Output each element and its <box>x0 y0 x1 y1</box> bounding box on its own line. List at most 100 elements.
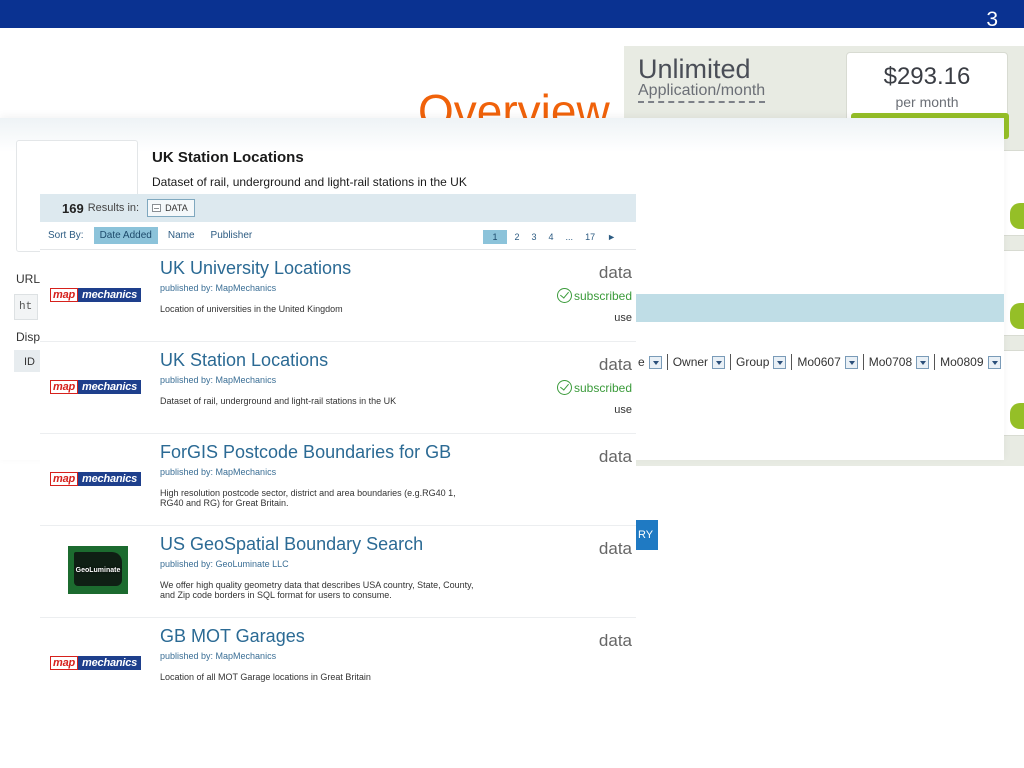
logo-part-mechanics: mechanics <box>78 656 142 670</box>
search-results-panel: 169 Results in: DATA Sort By: Date Added… <box>40 194 636 704</box>
query-button[interactable]: RY <box>636 520 658 550</box>
use-link[interactable]: use <box>614 404 632 416</box>
results-in-label: Results in: <box>87 202 140 214</box>
result-publisher[interactable]: published by: MapMechanics <box>160 467 276 477</box>
result-item[interactable]: map mechanics GB MOT Garages published by… <box>40 618 636 710</box>
page-ellipsis: ... <box>565 232 574 242</box>
page-link-17[interactable]: 17 <box>579 230 601 244</box>
results-header: 169 Results in: DATA <box>40 194 636 222</box>
page-top-band <box>0 118 1004 152</box>
column-header[interactable]: e <box>636 354 667 370</box>
result-type: data <box>598 355 632 374</box>
next-page-icon[interactable]: ► <box>601 230 622 244</box>
page-link-2[interactable]: 2 <box>509 230 526 244</box>
result-item[interactable]: map mechanics UK University Locations pub… <box>40 250 636 342</box>
filter-chip-data[interactable]: DATA <box>147 199 195 217</box>
result-title[interactable]: US GeoSpatial Boundary Search <box>160 534 423 555</box>
plan-name: Unlimited <box>638 54 751 84</box>
column-headers: e Owner Group Mo0607 Mo0708 Mo0809 <box>636 350 1004 374</box>
result-item[interactable]: map mechanics ForGIS Postcode Boundaries … <box>40 434 636 526</box>
dropdown-arrow-icon[interactable] <box>712 355 726 369</box>
pagination: 1 2 3 4 ... 17 ► <box>483 230 622 244</box>
url-band <box>636 294 1004 322</box>
result-publisher[interactable]: published by: MapMechanics <box>160 651 276 661</box>
result-title[interactable]: GB MOT Garages <box>160 626 305 647</box>
mapmechanics-logo: map mechanics <box>50 472 142 486</box>
logo-part-mechanics: mechanics <box>78 472 142 486</box>
plan-subtitle: Application/month <box>638 82 766 103</box>
result-publisher[interactable]: published by: MapMechanics <box>160 283 276 293</box>
logo-part-map: map <box>50 472 79 486</box>
result-item[interactable]: GeoLuminate US GeoSpatial Boundary Searc… <box>40 526 636 618</box>
dataset-description: Dataset of rail, underground and light-r… <box>152 175 467 189</box>
column-label: Owner <box>672 355 709 369</box>
url-label: URL <box>16 272 41 286</box>
dropdown-arrow-icon[interactable] <box>773 355 787 369</box>
buy-button-2[interactable] <box>1010 203 1024 229</box>
column-header-mo0607[interactable]: Mo0607 <box>791 354 862 370</box>
result-type: data <box>598 631 632 650</box>
dropdown-arrow-icon[interactable] <box>916 355 930 369</box>
dropdown-arrow-icon[interactable] <box>844 355 858 369</box>
column-label: Group <box>736 355 770 369</box>
result-publisher[interactable]: published by: MapMechanics <box>160 375 276 385</box>
subscribed-status: subscribed <box>556 380 632 395</box>
sort-option-name[interactable]: Name <box>162 227 201 244</box>
result-type: data <box>598 539 632 558</box>
result-publisher[interactable]: published by: GeoLuminate LLC <box>160 559 289 569</box>
subscribed-status: subscribed <box>556 288 632 303</box>
logo-part-mechanics: mechanics <box>78 288 142 302</box>
result-description: We offer high quality geometry data that… <box>160 580 474 600</box>
results-count: 169 <box>62 200 84 216</box>
geoluminate-logo: GeoLuminate <box>68 546 128 594</box>
logo-part-map: map <box>50 288 79 302</box>
slide-top-bar: 3 <box>0 0 1024 31</box>
result-type: data <box>598 447 632 466</box>
result-title[interactable]: UK University Locations <box>160 258 351 279</box>
slide-number: 3 <box>986 8 998 31</box>
sort-option-date-added[interactable]: Date Added <box>93 227 158 244</box>
mapmechanics-logo: map mechanics <box>50 288 142 302</box>
page-link-3[interactable]: 3 <box>526 230 543 244</box>
result-type: data <box>598 263 632 282</box>
result-title[interactable]: UK Station Locations <box>160 350 328 371</box>
column-header-owner[interactable]: Owner <box>666 354 730 370</box>
page-link-4[interactable]: 4 <box>543 230 560 244</box>
dropdown-arrow-icon[interactable] <box>648 355 662 369</box>
mapmechanics-logo: map mechanics <box>50 656 142 670</box>
column-header-group[interactable]: Group <box>730 354 791 370</box>
dropdown-arrow-icon[interactable] <box>987 355 1001 369</box>
status-label: subscribed <box>573 288 632 303</box>
column-label: Mo0809 <box>940 355 984 369</box>
sort-option-publisher[interactable]: Publisher <box>205 227 259 244</box>
result-title[interactable]: ForGIS Postcode Boundaries for GB <box>160 442 451 463</box>
column-label: Mo0607 <box>797 355 841 369</box>
dataset-title: UK Station Locations <box>152 149 304 166</box>
result-description: Dataset of rail, underground and light-r… <box>160 396 397 406</box>
use-link[interactable]: use <box>614 312 632 324</box>
mapmechanics-logo: map mechanics <box>50 380 142 394</box>
close-icon[interactable] <box>152 204 162 212</box>
column-header-mo0708[interactable]: Mo0708 <box>862 354 934 370</box>
status-label: subscribed <box>573 380 632 395</box>
url-field[interactable]: ht <box>14 294 38 320</box>
check-circle-icon <box>556 380 572 395</box>
filter-chip-label: DATA <box>165 203 188 213</box>
result-item[interactable]: map mechanics UK Station Locations publis… <box>40 342 636 434</box>
buy-button-4[interactable] <box>1010 403 1024 429</box>
buy-button-3[interactable] <box>1010 303 1024 329</box>
display-label: Disp <box>16 330 41 344</box>
price-amount: $293.16 <box>883 63 971 90</box>
price-period: per month <box>895 94 959 110</box>
id-column-label: ID <box>24 356 35 368</box>
result-description: Location of all MOT Garage locations in … <box>160 672 371 682</box>
check-circle-icon <box>556 288 572 303</box>
geoluminate-logo-text: GeoLuminate <box>75 566 121 574</box>
column-header-mo0809[interactable]: Mo0809 <box>934 354 1005 370</box>
column-label: Mo0708 <box>868 355 913 369</box>
column-label: e <box>638 355 645 369</box>
page-link-1[interactable]: 1 <box>483 230 507 244</box>
sort-label: Sort By: <box>48 230 84 241</box>
logo-part-map: map <box>50 656 79 670</box>
result-description: Location of universities in the United K… <box>160 304 343 314</box>
